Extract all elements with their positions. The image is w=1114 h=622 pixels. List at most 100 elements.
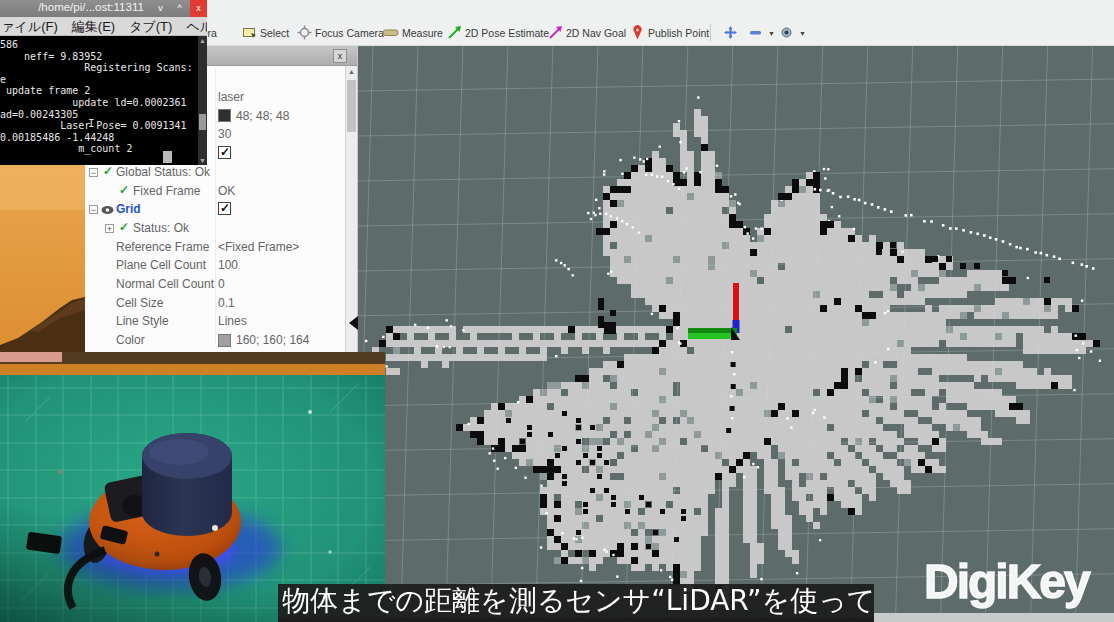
panel-row-value: <Fixed Frame> bbox=[218, 240, 299, 254]
enabled-checkbox[interactable] bbox=[218, 146, 231, 159]
panel-row-global-status-ok[interactable]: −✓Global Status: Ok bbox=[85, 163, 357, 181]
expand-icon[interactable]: + bbox=[105, 224, 114, 233]
terminal-scrollbar-thumb[interactable] bbox=[199, 114, 206, 130]
status-ok-check-icon: ✓ bbox=[103, 164, 113, 178]
rviz-toolbar: Move CameraSelectFocus CameraMeasure2D P… bbox=[85, 0, 1114, 46]
panel-row-label: Color bbox=[116, 333, 145, 347]
toolbar-button-label: Measure bbox=[402, 27, 443, 39]
terminal-scrollbar[interactable]: ▲ ▼ bbox=[198, 36, 207, 165]
terminal-line: update frame 2 bbox=[0, 85, 198, 97]
toolbar-tool-blue-minus-icon[interactable]: ▼ bbox=[748, 24, 775, 42]
blue-minus-icon bbox=[748, 25, 763, 42]
terminal-line: Laser Pose= 0.0091341 bbox=[0, 120, 198, 132]
panel-row-label: Normal Cell Count bbox=[116, 277, 214, 291]
digikey-watermark: DigiKey bbox=[924, 554, 1114, 608]
subtitle-caption: 物体までの距離を測るセンサ“LiDAR”を使って bbox=[278, 584, 874, 618]
status-ok-check-icon: ✓ bbox=[119, 183, 129, 197]
toolbar-button-2d-pose-estimate[interactable]: 2D Pose Estimate bbox=[447, 24, 549, 42]
panel-close-button[interactable]: x bbox=[333, 49, 347, 63]
panel-row-line-style[interactable]: Line Style Lines bbox=[85, 312, 357, 330]
toolbar-button-label: Publish Point bbox=[648, 27, 709, 39]
minimize-button[interactable]: v bbox=[152, 0, 169, 17]
chevron-down-icon[interactable]: ▼ bbox=[799, 30, 806, 37]
panel-collapse-arrow-icon[interactable] bbox=[349, 316, 358, 330]
text-cursor: I bbox=[88, 117, 95, 128]
crosshair-icon bbox=[297, 25, 312, 42]
toolbar-button-focus-camera[interactable]: Focus Camera bbox=[297, 24, 384, 42]
green-arrow-icon bbox=[447, 25, 462, 42]
lidar-map-canvas[interactable] bbox=[358, 46, 1114, 622]
scroll-down-icon[interactable]: ▼ bbox=[199, 157, 206, 164]
close-button[interactable]: x bbox=[190, 0, 207, 17]
visibility-eye-icon bbox=[101, 204, 114, 218]
menu-item-1[interactable]: 編集(E) bbox=[72, 17, 115, 35]
toolbar-button-select[interactable]: Select bbox=[242, 24, 289, 42]
select-box-icon bbox=[242, 25, 257, 42]
menu-item-3[interactable]: ヘルプ(H) bbox=[186, 17, 207, 35]
panel-row-grid[interactable]: − Grid bbox=[85, 200, 357, 218]
blue-plus-icon bbox=[723, 25, 738, 42]
panel-row-value: OK bbox=[218, 184, 235, 198]
panel-row-color[interactable]: Color 160; 160; 164 bbox=[85, 331, 357, 349]
panel-row-value: 0 bbox=[218, 277, 225, 291]
terminal-line: Registering Scans: bbox=[0, 62, 198, 74]
terminal-title: /home/pi/...ost:11311 bbox=[30, 1, 152, 13]
chevron-down-icon[interactable]: ▼ bbox=[768, 30, 775, 37]
collapse-icon[interactable]: − bbox=[89, 205, 98, 214]
video-frame: Move CameraSelectFocus CameraMeasure2D P… bbox=[0, 0, 1114, 622]
panel-row-value: 30 bbox=[218, 127, 231, 141]
color-swatch[interactable] bbox=[218, 109, 231, 122]
terminal-titlebar[interactable]: /home/pi/...ost:11311 v ^ x bbox=[0, 0, 207, 17]
panel-row-label: Status: Ok bbox=[133, 221, 189, 235]
toolbar-button-label: 2D Nav Goal bbox=[566, 27, 626, 39]
eye-icon bbox=[779, 25, 794, 42]
toolbar-tool-blue-plus-icon[interactable] bbox=[723, 24, 738, 42]
terminal-line: update ld=0.0002361 bbox=[0, 97, 198, 109]
panel-row-value: 100 bbox=[218, 258, 238, 272]
panel-scrollbar[interactable]: ▲ bbox=[345, 66, 357, 352]
panel-row-label: Fixed Frame bbox=[133, 184, 200, 198]
panel-row-label: Cell Size bbox=[116, 296, 163, 310]
panel-row-fixed-frame[interactable]: ✓ Fixed Frame OK bbox=[85, 182, 357, 200]
toolbar-button-label: 2D Pose Estimate bbox=[465, 27, 549, 39]
maximize-button[interactable]: ^ bbox=[171, 0, 188, 17]
terminal-menubar: ファイル(F) 編集(E) タブ(T) ヘルプ(H) bbox=[0, 17, 207, 36]
measure-icon bbox=[382, 25, 399, 42]
scroll-up-icon[interactable]: ▲ bbox=[199, 37, 206, 44]
terminal-line: ad=0.00243305 bbox=[0, 109, 198, 121]
panel-row-label: Global Status: Ok bbox=[116, 165, 210, 179]
red-pin-icon bbox=[630, 25, 645, 42]
panel-row-normal-cell-count[interactable]: Normal Cell Count 0 bbox=[85, 275, 357, 293]
enabled-checkbox[interactable] bbox=[218, 202, 231, 215]
panel-row-plane-cell-count[interactable]: Plane Cell Count100 bbox=[85, 256, 357, 274]
panel-row-cell-size[interactable]: Cell Size0.1 bbox=[85, 294, 357, 312]
panel-row-status-ok[interactable]: +✓Status: Ok bbox=[85, 219, 357, 237]
panel-row-reference-frame[interactable]: Reference Frame <Fixed Frame> bbox=[85, 238, 357, 256]
menu-item-0[interactable]: ファイル(F) bbox=[0, 17, 58, 35]
toolbar-button-publish-point[interactable]: Publish Point bbox=[630, 24, 709, 42]
toolbar-separator bbox=[710, 24, 711, 41]
panel-row-value: Lines bbox=[218, 314, 247, 328]
terminal-line: e bbox=[0, 74, 198, 86]
menu-item-2[interactable]: タブ(T) bbox=[129, 17, 172, 35]
panel-row-label: Reference Frame bbox=[116, 240, 209, 254]
panel-row-label: Grid bbox=[116, 202, 141, 216]
toolbar-button-2d-nav-goal[interactable]: 2D Nav Goal bbox=[548, 24, 626, 42]
collapse-icon[interactable]: − bbox=[89, 168, 98, 177]
terminal-line: 586 bbox=[0, 39, 198, 51]
terminal-output[interactable]: 586 neff= 9.83952 Registering Scans:e up… bbox=[0, 36, 198, 165]
panel-scrollbar-thumb[interactable] bbox=[347, 80, 356, 132]
terminal-line: 0.00185486 -1.44248 bbox=[0, 132, 198, 144]
color-swatch[interactable] bbox=[218, 334, 231, 347]
robot-photo bbox=[0, 352, 385, 622]
panel-row-value: 160; 160; 164 bbox=[236, 333, 309, 347]
scroll-up-icon[interactable]: ▲ bbox=[348, 68, 355, 75]
toolbar-tool-eye-icon[interactable]: ▼ bbox=[779, 24, 806, 42]
panel-row-label: Line Style bbox=[116, 314, 169, 328]
bottom-light-strip bbox=[874, 613, 1114, 622]
panel-row-value: 48; 48; 48 bbox=[236, 109, 289, 123]
terminal-line: neff= 9.83952 bbox=[0, 51, 198, 63]
robot-camera-view bbox=[0, 352, 385, 622]
terminal-block-cursor bbox=[163, 151, 172, 163]
toolbar-button-measure[interactable]: Measure bbox=[382, 24, 443, 42]
